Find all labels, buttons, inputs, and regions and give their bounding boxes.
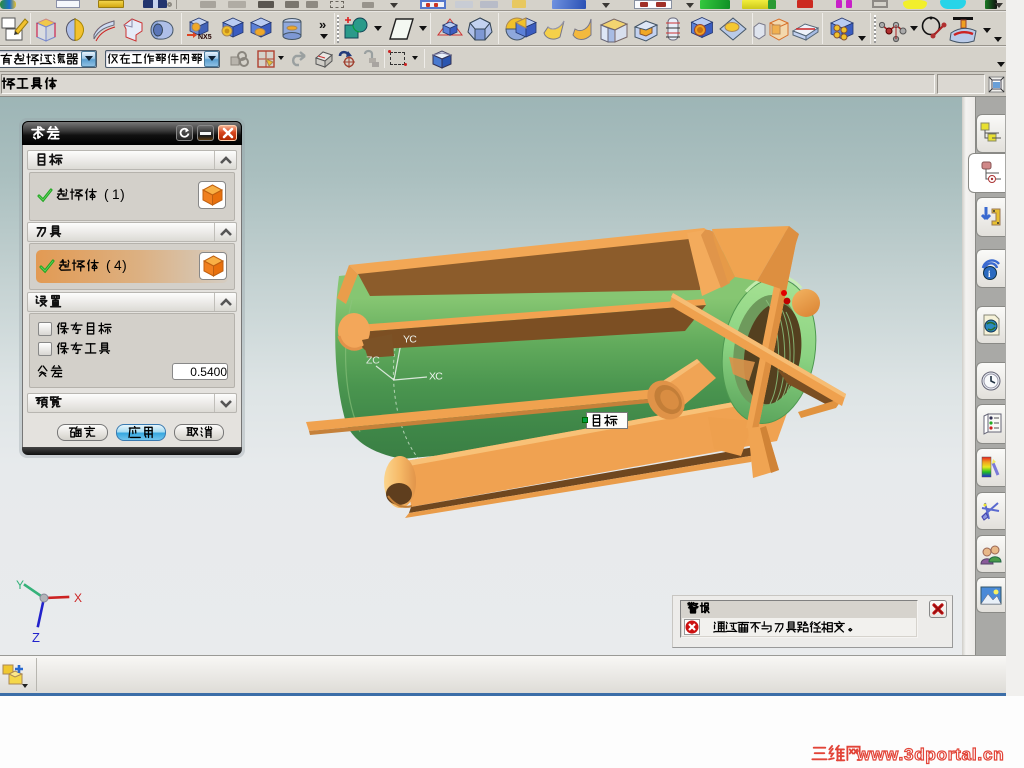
svg-text:): ) (120, 187, 125, 202)
svg-text:X: X (74, 591, 82, 605)
svg-text:Z: Z (32, 630, 40, 645)
svg-text:1: 1 (112, 187, 120, 202)
svg-text:(: ( (106, 258, 111, 273)
svg-text:): ) (122, 258, 127, 273)
svg-text:NX5: NX5 (198, 34, 212, 41)
svg-text:(: ( (104, 187, 109, 202)
svg-text:Y: Y (16, 578, 24, 592)
svg-text:www.3dportal.cn: www.3dportal.cn (856, 745, 1004, 764)
svg-text:4: 4 (114, 258, 122, 273)
